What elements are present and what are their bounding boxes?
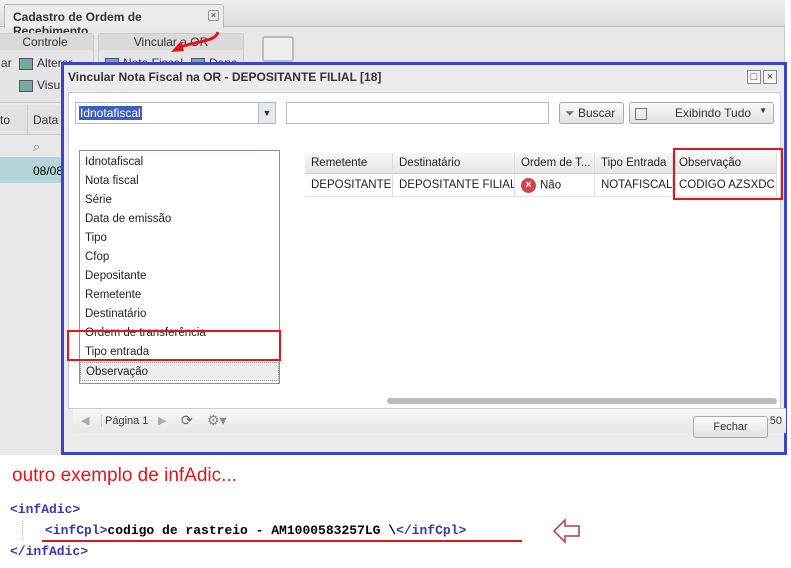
label: Visu [37,78,61,92]
column-header-destinatario[interactable]: Destinatário [393,153,515,173]
option-nota-fiscal[interactable]: Nota fiscal [80,172,279,191]
indent-guide [22,520,23,540]
vincular-nota-fiscal-dialog: Vincular Nota Fiscal na OR - DEPOSITANTE… [61,62,787,455]
fechar-button[interactable]: Fechar [693,416,768,438]
toolbar-item[interactable]: ar [1,56,12,70]
page-label: Página 1 [101,415,148,427]
xml-tag: </infCpl> [396,523,467,538]
xml-text: codigo de rastreio - AM1000583257LG \ [107,523,397,538]
search-input[interactable] [286,102,549,124]
buscar-button[interactable]: ⏷ Buscar [559,102,624,124]
option-serie[interactable]: Série [80,191,279,210]
dialog-body: Idnotafiscal ▼ ⏷ Buscar Exibindo Tudo ▼ R… [67,92,786,433]
xml-line-infcpl: <infCpl>codigo de rastreio - AM100058325… [45,523,466,538]
paging-toolbar: ◀ Página 1 ▶ ⟳ ⚙▾ 1 - 50 [73,408,786,433]
cell-destinatario: DEPOSITANTE FILIAL [393,175,515,196]
option-observacao[interactable]: Observação [80,362,279,381]
chevron-down-icon: ▼ [759,106,767,115]
horizontal-scrollbar[interactable] [387,398,777,404]
background-grid: to Data ⌕ 08/08 [0,105,63,455]
row-date[interactable]: 08/08 [33,164,63,178]
visualizar-button[interactable]: Visu [19,78,60,92]
cell-tipo-entrada: NOTAFISCAL [595,175,673,196]
filter-icon: ⏷ [565,106,575,120]
annotation-note: outro exemplo de infAdic... [12,465,237,486]
filter-field-select[interactable]: Idnotafiscal ▼ [75,102,276,124]
gear-icon[interactable]: ⚙▾ [207,412,227,429]
column-header-remetente[interactable]: Remetente [305,153,393,173]
highlight-observacao-column [673,148,783,200]
label: Exibindo Tudo [675,106,752,120]
refresh-icon[interactable]: ⟳ [181,412,193,429]
chevron-down-icon[interactable]: ▼ [258,103,275,123]
group-title: Controle [0,34,93,50]
cell-ordem: × Não [515,175,595,196]
option-data-emissao[interactable]: Data de emissão [80,210,279,229]
exibindo-tudo-button[interactable]: Exibindo Tudo ▼ [629,102,774,124]
x-circle-icon: × [521,178,536,193]
tab-bar: Cadastro de Ordem de Recebimento × [0,0,785,38]
close-tab-icon[interactable]: × [208,10,219,21]
prev-page-icon[interactable]: ◀ [81,414,89,427]
dialog-title: Vincular Nota Fiscal na OR - DEPOSITANTE… [68,70,382,84]
arrow-left-icon [552,518,580,544]
column-header[interactable]: Data [27,105,63,135]
next-page-icon[interactable]: ▶ [158,414,166,427]
view-icon [635,107,647,120]
tab-cadastro-ordem[interactable]: Cadastro de Ordem de Recebimento × [4,4,224,38]
option-destinatario[interactable]: Destinatário [80,305,279,324]
xml-tag: <infCpl> [45,523,108,538]
option-cfop[interactable]: Cfop [80,248,279,267]
option-tipo[interactable]: Tipo [80,229,279,248]
label: Buscar [577,106,616,120]
option-remetente[interactable]: Remetente [80,286,279,305]
red-arrow-annotation [171,31,220,52]
red-underline [42,540,522,542]
printer-icon[interactable] [262,36,294,62]
edit-icon [19,57,33,70]
xml-line-close: </infAdic> [10,544,89,559]
option-depositante[interactable]: Depositante [80,267,279,286]
option-idnotafiscal[interactable]: Idnotafiscal [80,153,279,172]
highlight-observacao-option [67,330,281,361]
search-icon[interactable]: ⌕ [33,139,40,155]
xml-line-open: <infAdic> [10,502,81,517]
column-header-tipo-entrada[interactable]: Tipo Entrada [595,153,673,173]
view-icon [19,79,33,92]
selected-value: Idnotafiscal [79,106,142,120]
close-icon[interactable]: × [763,70,777,84]
maximize-icon[interactable]: □ [747,70,761,84]
column-header-ordem[interactable]: Ordem de T... [515,153,595,173]
column-header: to [0,113,11,127]
value: Não [540,179,562,192]
cell-remetente: DEPOSITANTE [305,175,393,196]
